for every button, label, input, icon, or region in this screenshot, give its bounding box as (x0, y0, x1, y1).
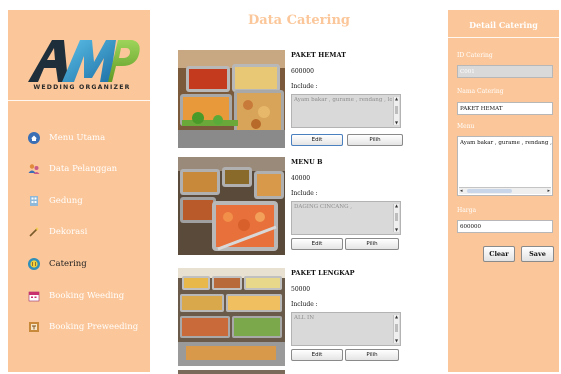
catering-price: 40000 (291, 175, 311, 182)
pilih-button[interactable]: Pilih (345, 349, 399, 361)
pilih-button[interactable]: Pilih (347, 134, 403, 146)
wand-icon (29, 227, 39, 237)
catering-name: MENU B (291, 158, 323, 166)
sidebar-item-label: Menu Utama (49, 133, 106, 143)
vertical-scrollbar[interactable]: ▲ ▼ (393, 97, 399, 125)
catering-card-1: PAKET HEMAT 600000 Include : Ayam bakar … (178, 50, 410, 150)
menu-textarea[interactable]: Ayam bakar , gurame , rendang , lontong … (457, 136, 553, 196)
scroll-down-icon[interactable]: ▼ (394, 121, 399, 125)
sidebar-item-label: Booking Preweeding (49, 322, 139, 332)
sidebar-item-label: Gedung (49, 196, 83, 206)
catering-photo (178, 157, 285, 255)
sidebar-divider (8, 100, 150, 101)
catering-icon (28, 258, 40, 270)
sidebar-item-menu-utama[interactable]: Menu Utama (28, 129, 105, 147)
sidebar-item-catering[interactable]: Catering (28, 255, 87, 273)
catering-name: PAKET LENGKAP (291, 269, 355, 277)
harga-field[interactable]: 600000 (457, 220, 553, 233)
sidebar-item-gedung[interactable]: Gedung (28, 192, 83, 210)
scroll-thumb[interactable] (467, 189, 512, 193)
sidebar: WEDDING ORGANIZER Menu Utama Data Pelang… (8, 10, 150, 372)
edit-button[interactable]: Edit (291, 349, 343, 361)
include-text: Ayam bakar , gurame , rendang , lontong (294, 97, 392, 103)
menu-text: Ayam bakar , gurame , rendang , lontong (460, 140, 552, 146)
catering-photo (178, 50, 285, 148)
include-textarea[interactable]: ALL IN ▲ ▼ (291, 312, 401, 346)
scroll-thumb[interactable] (395, 106, 398, 114)
users-icon (28, 164, 40, 174)
include-text: ALL IN (294, 315, 315, 321)
home-icon (28, 132, 40, 144)
edit-button[interactable]: Edit (291, 134, 343, 146)
scroll-thumb[interactable] (395, 324, 398, 332)
id-catering-label: ID Catering (457, 52, 493, 59)
include-textarea[interactable]: DAGING CINCANG , ▲ ▼ (291, 201, 401, 235)
sidebar-item-booking-preweeding[interactable]: Booking Preweeding (28, 318, 138, 336)
catering-photo (178, 268, 285, 366)
scroll-thumb[interactable] (395, 213, 398, 221)
menu-label: Menu (457, 123, 475, 130)
detail-panel: Detail Catering ID Catering C001 Nama Ca… (448, 10, 559, 372)
sidebar-item-label: Dekorasi (49, 227, 88, 237)
include-textarea[interactable]: Ayam bakar , gurame , rendang , lontong … (291, 94, 401, 128)
scroll-left-icon[interactable]: ◂ (460, 188, 463, 194)
catering-card-3: PAKET LENGKAP 50000 Include : ALL IN ▲ ▼… (178, 268, 410, 368)
pilih-button[interactable]: Pilih (345, 238, 399, 250)
include-label: Include : (291, 301, 318, 308)
nama-catering-label: Nama Catering (457, 88, 504, 95)
building-icon (30, 196, 38, 206)
calendar-icon (28, 291, 40, 302)
scroll-up-icon[interactable]: ▲ (394, 315, 399, 319)
detail-title: Detail Catering (469, 20, 538, 30)
scroll-up-icon[interactable]: ▲ (394, 97, 399, 101)
include-label: Include : (291, 83, 318, 90)
sidebar-item-label: Catering (49, 259, 87, 269)
harga-label: Harga (457, 207, 477, 214)
save-button[interactable]: Save (521, 246, 554, 262)
page-title: Data Catering (247, 13, 351, 28)
scroll-down-icon[interactable]: ▼ (394, 228, 399, 232)
scroll-right-icon[interactable]: ▸ (547, 188, 550, 194)
scroll-up-icon[interactable]: ▲ (394, 204, 399, 208)
sidebar-item-label: Booking Weeding (49, 291, 125, 301)
sidebar-item-booking-weeding[interactable]: Booking Weeding (28, 287, 124, 305)
logo-text: WEDDING ORGANIZER (33, 84, 131, 91)
detail-divider (448, 37, 559, 38)
include-text: DAGING CINCANG , (294, 204, 352, 210)
include-label: Include : (291, 190, 318, 197)
catering-photo-partial (178, 370, 285, 374)
nama-catering-field[interactable]: PAKET HEMAT (457, 102, 553, 115)
catering-price: 600000 (291, 68, 314, 75)
sidebar-item-data-pelanggan[interactable]: Data Pelanggan (28, 160, 117, 178)
edit-button[interactable]: Edit (291, 238, 343, 250)
id-catering-field: C001 (457, 65, 553, 78)
frame-icon (29, 322, 39, 332)
sidebar-item-label: Data Pelanggan (49, 164, 118, 174)
catering-name: PAKET HEMAT (291, 51, 346, 59)
vertical-scrollbar[interactable]: ▲ ▼ (393, 315, 399, 343)
clear-button[interactable]: Clear (483, 246, 515, 262)
catering-price: 50000 (291, 286, 311, 293)
vertical-scrollbar[interactable]: ▲ ▼ (393, 204, 399, 232)
sidebar-item-dekorasi[interactable]: Dekorasi (28, 223, 87, 241)
horizontal-scrollbar[interactable]: ◂ ▸ (459, 187, 551, 194)
scroll-down-icon[interactable]: ▼ (394, 339, 399, 343)
catering-card-2: MENU B 40000 Include : DAGING CINCANG , … (178, 157, 410, 257)
